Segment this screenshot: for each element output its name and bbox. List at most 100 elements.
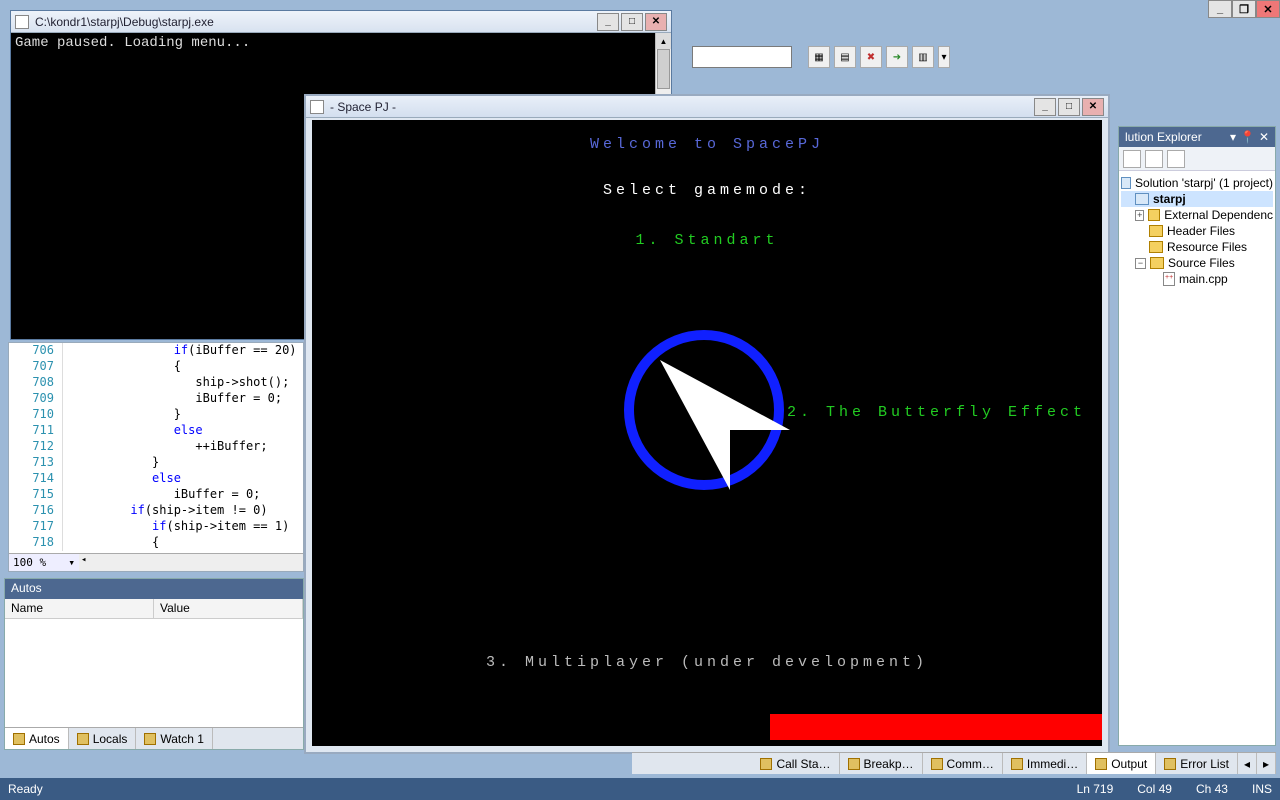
toolbar-icon-2[interactable]: ▤ (834, 46, 856, 68)
line-number: 717 (9, 519, 63, 535)
code-line[interactable]: 711 else (9, 423, 303, 439)
chevron-down-icon[interactable]: ▾ (1230, 130, 1236, 144)
tab-command[interactable]: Comm… (923, 753, 1003, 774)
tab-autos-label: Autos (29, 732, 60, 746)
code-text: } (79, 407, 181, 423)
folder-icon (1149, 241, 1163, 253)
tree-label: Solution 'starpj' (1 project) (1135, 176, 1273, 190)
game-close-button[interactable]: ✕ (1082, 98, 1104, 116)
tab-autos[interactable]: Autos (5, 728, 69, 749)
game-option-2[interactable]: 2. The Butterfly Effect (787, 404, 1086, 421)
scroll-up-icon[interactable]: ▲ (656, 33, 671, 49)
line-number: 709 (9, 391, 63, 407)
tab-icon (1011, 758, 1023, 770)
code-line[interactable]: 714 else (9, 471, 303, 487)
tree-file-main-cpp[interactable]: main.cpp (1121, 271, 1273, 287)
console-titlebar[interactable]: C:\kondr1\starpj\Debug\starpj.exe _ □ ✕ (11, 11, 671, 33)
solution-toolbar-icon-3[interactable] (1167, 150, 1185, 168)
pin-icon[interactable]: 📍 (1240, 130, 1255, 144)
autos-panel-header[interactable]: Autos (5, 579, 303, 599)
fold-gutter (63, 343, 79, 359)
code-line[interactable]: 715 iBuffer = 0; (9, 487, 303, 503)
code-line[interactable]: 712 ++iBuffer; (9, 439, 303, 455)
toolbar-icon-4[interactable]: ➜ (886, 46, 908, 68)
game-canvas[interactable]: Welcome to SpacePJ Select gamemode: 1. S… (312, 120, 1102, 746)
tab-immediate[interactable]: Immedi… (1003, 753, 1087, 774)
game-red-bar (770, 714, 1102, 740)
tab-breakpoints[interactable]: Breakp… (840, 753, 923, 774)
collapse-icon[interactable]: − (1135, 258, 1146, 269)
tab-call-stack[interactable]: Call Sta… (752, 753, 839, 774)
autos-col-name[interactable]: Name (5, 599, 154, 618)
status-line: Ln 719 (1077, 782, 1114, 796)
scroll-left-button[interactable]: ◂ (1238, 753, 1257, 774)
code-line[interactable]: 713 } (9, 455, 303, 471)
fold-gutter (63, 439, 79, 455)
tab-output[interactable]: Output (1087, 753, 1156, 774)
code-line[interactable]: 709 iBuffer = 0; (9, 391, 303, 407)
fold-gutter (63, 519, 79, 535)
line-number: 710 (9, 407, 63, 423)
tab-locals[interactable]: Locals (69, 728, 137, 749)
autos-col-value[interactable]: Value (154, 599, 303, 618)
game-option-1[interactable]: 1. Standart (312, 232, 1102, 249)
ide-config-combo[interactable] (692, 46, 792, 68)
tree-project[interactable]: starpj (1121, 191, 1273, 207)
ide-toolbar: ▦ ▤ ✖ ➜ ▥ ▾ (692, 42, 950, 72)
code-text: { (79, 359, 181, 375)
scrollbar-thumb[interactable] (657, 49, 670, 89)
console-app-icon (15, 15, 29, 29)
solution-explorer-header[interactable]: lution Explorer ▾ 📍 ✕ (1119, 127, 1275, 147)
ide-minimize-button[interactable]: _ (1208, 0, 1232, 18)
console-close-button[interactable]: ✕ (645, 13, 667, 31)
fold-gutter (63, 455, 79, 471)
console-minimize-button[interactable]: _ (597, 13, 619, 31)
tree-external-deps[interactable]: + External Dependenc (1121, 207, 1273, 223)
tree-label: Source Files (1168, 256, 1235, 270)
game-option-3[interactable]: 3. Multiplayer (under development) (312, 654, 1102, 671)
tree-header-files[interactable]: Header Files (1121, 223, 1273, 239)
code-line[interactable]: 706 if(iBuffer == 20) (9, 343, 303, 359)
toolbar-icon-3[interactable]: ✖ (860, 46, 882, 68)
expand-icon[interactable]: + (1135, 210, 1144, 221)
console-maximize-button[interactable]: □ (621, 13, 643, 31)
toolbar-icon-1[interactable]: ▦ (808, 46, 830, 68)
tree-label: main.cpp (1179, 272, 1228, 286)
code-line[interactable]: 718 { (9, 535, 303, 551)
code-line[interactable]: 708 ship->shot(); (9, 375, 303, 391)
fold-gutter (63, 391, 79, 407)
game-select-text: Select gamemode: (312, 182, 1102, 199)
tree-resource-files[interactable]: Resource Files (1121, 239, 1273, 255)
tree-source-files[interactable]: − Source Files (1121, 255, 1273, 271)
toolbar-dropdown-icon[interactable]: ▾ (938, 46, 950, 68)
editor-h-scrollbar[interactable]: ◂ (79, 553, 303, 571)
game-minimize-button[interactable]: _ (1034, 98, 1056, 116)
tab-error-list[interactable]: Error List (1156, 753, 1238, 774)
solution-toolbar-icon-2[interactable] (1145, 150, 1163, 168)
code-text: } (79, 455, 159, 471)
zoom-combo[interactable]: 100 % ▾ (9, 553, 79, 571)
code-line[interactable]: 717 if(ship->item == 1) (9, 519, 303, 535)
panel-close-icon[interactable]: ✕ (1259, 130, 1269, 144)
code-line[interactable]: 716 if(ship->item != 0) (9, 503, 303, 519)
fold-gutter (63, 375, 79, 391)
fold-gutter (63, 359, 79, 375)
ide-close-button[interactable]: ✕ (1256, 0, 1280, 18)
fold-gutter (63, 503, 79, 519)
ide-maximize-button[interactable]: ❐ (1232, 0, 1256, 18)
code-editor[interactable]: 706 if(iBuffer == 20)707 {708 ship->shot… (8, 342, 304, 572)
game-maximize-button[interactable]: □ (1058, 98, 1080, 116)
tab-watch1[interactable]: Watch 1 (136, 728, 213, 749)
solution-toolbar-icon-1[interactable] (1123, 150, 1141, 168)
solution-tree[interactable]: Solution 'starpj' (1 project) starpj + E… (1119, 171, 1275, 291)
status-ins: INS (1252, 782, 1272, 796)
scroll-right-button[interactable]: ▸ (1257, 753, 1276, 774)
toolbar-icon-5[interactable]: ▥ (912, 46, 934, 68)
code-line[interactable]: 707 { (9, 359, 303, 375)
game-titlebar[interactable]: - Space PJ - _ □ ✕ (306, 96, 1108, 118)
game-welcome-text: Welcome to SpacePJ (312, 136, 1102, 153)
code-line[interactable]: 710 } (9, 407, 303, 423)
tree-solution-root[interactable]: Solution 'starpj' (1 project) (1121, 175, 1273, 191)
ide-window-controls: _ ❐ ✕ (1208, 0, 1280, 18)
autos-tab-strip: Autos Locals Watch 1 (5, 727, 303, 749)
